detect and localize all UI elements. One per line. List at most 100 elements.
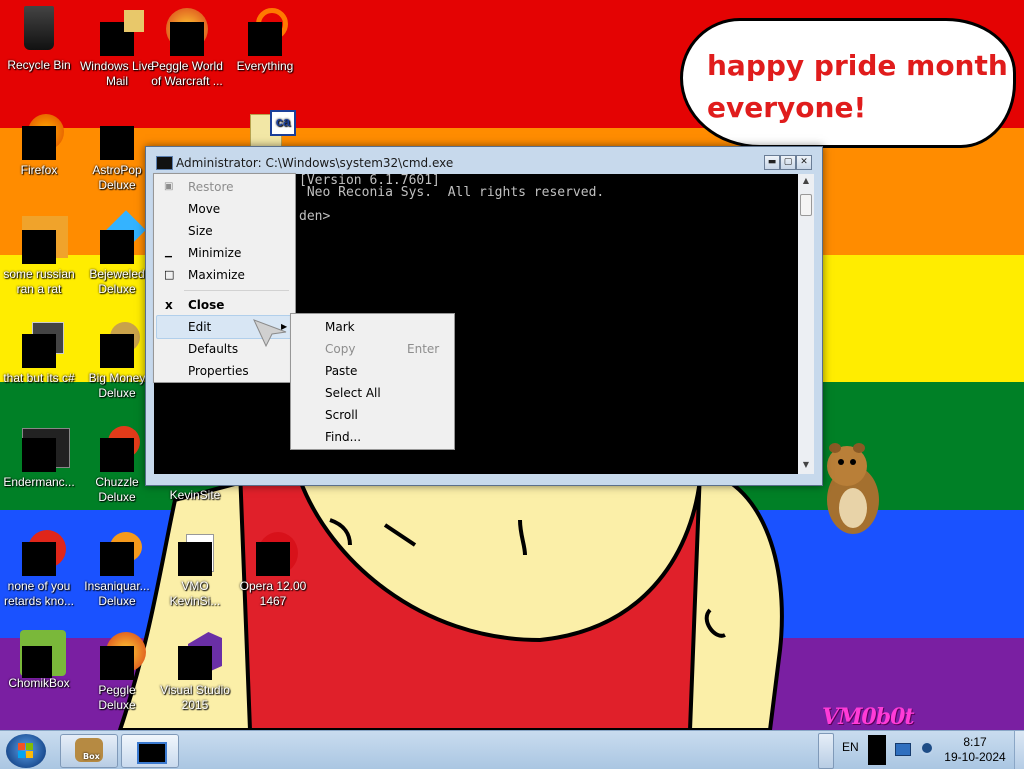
menu-item-label: Restore bbox=[188, 180, 234, 194]
taskbar-item-chomikbox[interactable]: Box bbox=[60, 734, 118, 768]
menu-item-move[interactable]: Move bbox=[154, 198, 295, 220]
menu-item-label: Select All bbox=[325, 386, 381, 400]
close-button[interactable]: ✕ bbox=[796, 155, 812, 170]
bubble-line-2: everyone! bbox=[707, 91, 867, 124]
menu-item-find[interactable]: Find... bbox=[291, 426, 454, 448]
menu-item-label: Paste bbox=[325, 364, 358, 378]
chomikbox-icon bbox=[20, 630, 66, 678]
desktop-icon-firefox[interactable]: Firefox bbox=[0, 110, 78, 178]
big-money-icon bbox=[100, 322, 140, 368]
desktop-icon-visual-studio[interactable]: Visual Studio 2015 bbox=[156, 630, 234, 713]
desktop-icon-label: VMO KevinSi... bbox=[169, 579, 221, 608]
menu-separator bbox=[184, 290, 289, 291]
speech-bubble-text: happy pride month everyone! bbox=[707, 45, 1008, 129]
desktop-icon-that-but-csharp[interactable]: that but its c# bbox=[0, 318, 78, 386]
desktop-icon-opera[interactable]: Opera 12.00 1467 bbox=[234, 526, 312, 609]
network-icon[interactable] bbox=[895, 743, 911, 756]
desktop-icon-kevinsite[interactable]: KevinSite bbox=[156, 488, 234, 503]
menu-item-copy[interactable]: Copy Enter bbox=[291, 338, 454, 360]
scroll-up-icon[interactable]: ▲ bbox=[798, 176, 814, 185]
menu-item-properties[interactable]: Properties bbox=[154, 360, 295, 382]
mail-icon bbox=[100, 10, 144, 56]
menu-item-label: Mark bbox=[325, 320, 355, 334]
desktop-icon-insaniquarium[interactable]: Insaniquar... Deluxe bbox=[78, 526, 156, 609]
desktop-icon-windows-live-mail[interactable]: Windows Live Mail bbox=[78, 4, 156, 89]
desktop-icon-none-of-you[interactable]: none of you retards kno... bbox=[0, 526, 78, 609]
russian-rat-icon bbox=[22, 216, 68, 264]
console-line: den> bbox=[299, 209, 331, 224]
show-desktop-button[interactable] bbox=[1014, 731, 1024, 769]
taskbar-scroll[interactable] bbox=[818, 733, 834, 769]
menu-item-label: Close bbox=[188, 298, 225, 312]
desktop-icon-label: Peggle Deluxe bbox=[98, 683, 136, 712]
close-icon: x bbox=[165, 298, 173, 312]
desktop-icon-peggle-deluxe[interactable]: Peggle Deluxe bbox=[78, 630, 156, 713]
language-indicator[interactable]: EN bbox=[842, 731, 859, 769]
taskbar-item-cmd[interactable] bbox=[121, 734, 179, 768]
menu-item-restore[interactable]: ▣ Restore bbox=[154, 176, 295, 198]
system-menu: ▣ Restore Move Size ▁ Minimize □ Maximiz… bbox=[153, 173, 296, 383]
menu-item-select-all[interactable]: Select All bbox=[291, 382, 454, 404]
opera-red-icon bbox=[22, 530, 66, 576]
firefox-icon bbox=[22, 114, 64, 160]
desktop-icon-label: Opera 12.00 1467 bbox=[239, 579, 307, 608]
clock-date: 19-10-2024 bbox=[944, 750, 1006, 764]
menu-item-maximize[interactable]: □ Maximize bbox=[154, 264, 295, 286]
speech-bubble: happy pride month everyone! bbox=[680, 18, 1016, 148]
menu-item-close[interactable]: x Close bbox=[154, 294, 295, 316]
volume-icon[interactable] bbox=[920, 741, 934, 755]
restore-icon: ▣ bbox=[164, 181, 174, 192]
peggle-deluxe-icon bbox=[100, 632, 146, 680]
opera-icon bbox=[256, 532, 298, 576]
scroll-down-icon[interactable]: ▼ bbox=[798, 460, 814, 469]
desktop-icon-label: that but its c# bbox=[3, 371, 75, 385]
desktop-icon-label: Firefox bbox=[20, 163, 58, 177]
menu-item-label: Copy bbox=[325, 342, 356, 356]
edit-submenu: Mark Copy Enter Paste Select All Scroll … bbox=[290, 313, 455, 450]
watermark-text: VM0b0t bbox=[822, 704, 915, 730]
file-icon: ca bbox=[248, 110, 296, 148]
desktop-icon-endermanch[interactable]: Endermanc... bbox=[0, 422, 78, 490]
everything-icon bbox=[248, 8, 288, 56]
visual-studio-icon bbox=[178, 632, 222, 680]
menu-item-mark[interactable]: Mark bbox=[291, 316, 454, 338]
menu-item-scroll[interactable]: Scroll bbox=[291, 404, 454, 426]
menu-item-label: Move bbox=[188, 202, 221, 216]
scroll-thumb[interactable] bbox=[800, 194, 812, 216]
desktop-icon-recycle-bin[interactable]: Recycle Bin bbox=[0, 4, 78, 73]
desktop-icon-label: Peggle World of Warcraft ... bbox=[151, 59, 223, 88]
menu-item-minimize[interactable]: ▁ Minimize bbox=[154, 242, 295, 264]
menu-item-size[interactable]: Size bbox=[154, 220, 295, 242]
desktop-icon-label: ChomikBox bbox=[8, 676, 70, 690]
window-title: Administrator: C:\Windows\system32\cmd.e… bbox=[176, 156, 454, 170]
desktop-icon-peggle-wow[interactable]: Peggle World of Warcraft ... bbox=[148, 4, 226, 89]
cmd-icon bbox=[137, 742, 167, 764]
document-icon bbox=[178, 534, 214, 576]
console-line: Neo Reconia Sys. All rights reserved. bbox=[299, 185, 605, 200]
desktop-icon-vmo-kevinsite[interactable]: VMO KevinSi... bbox=[156, 526, 234, 609]
taskbar: Box EN 8:17 19-10-2024 bbox=[0, 730, 1024, 769]
recycle-bin-icon bbox=[24, 6, 54, 50]
maximize-button[interactable]: ▢ bbox=[780, 155, 796, 170]
desktop-icon-label: Visual Studio 2015 bbox=[160, 683, 230, 712]
vertical-scrollbar[interactable]: ▲ ▼ bbox=[798, 174, 814, 474]
clock-time: 8:17 bbox=[963, 735, 987, 749]
chuzzle-icon bbox=[100, 426, 140, 472]
endermanch-icon bbox=[22, 428, 70, 472]
peggle-icon bbox=[166, 8, 208, 56]
desktop-icon-label: Endermanc... bbox=[3, 475, 75, 489]
desktop-icon-kevinsite-shortcut[interactable]: ca bbox=[226, 110, 304, 148]
menu-item-paste[interactable]: Paste bbox=[291, 360, 454, 382]
start-button[interactable] bbox=[6, 734, 46, 768]
desktop-icon-everything[interactable]: Everything bbox=[226, 4, 304, 74]
desktop-icon-label: KevinSite bbox=[169, 488, 221, 502]
astropop-icon bbox=[100, 126, 134, 160]
desktop-icon-chomikbox[interactable]: ChomikBox bbox=[0, 630, 78, 691]
clock[interactable]: 8:17 19-10-2024 bbox=[940, 731, 1010, 769]
tray-show-hidden-icon[interactable] bbox=[868, 735, 886, 765]
cmd-window-icon[interactable] bbox=[156, 156, 173, 170]
mouse-cursor-icon bbox=[253, 319, 287, 348]
windows-logo-icon bbox=[18, 743, 33, 758]
desktop-icon-russian-rat[interactable]: some russian ran a rat bbox=[0, 214, 78, 297]
minimize-button[interactable]: ▬ bbox=[764, 155, 780, 170]
